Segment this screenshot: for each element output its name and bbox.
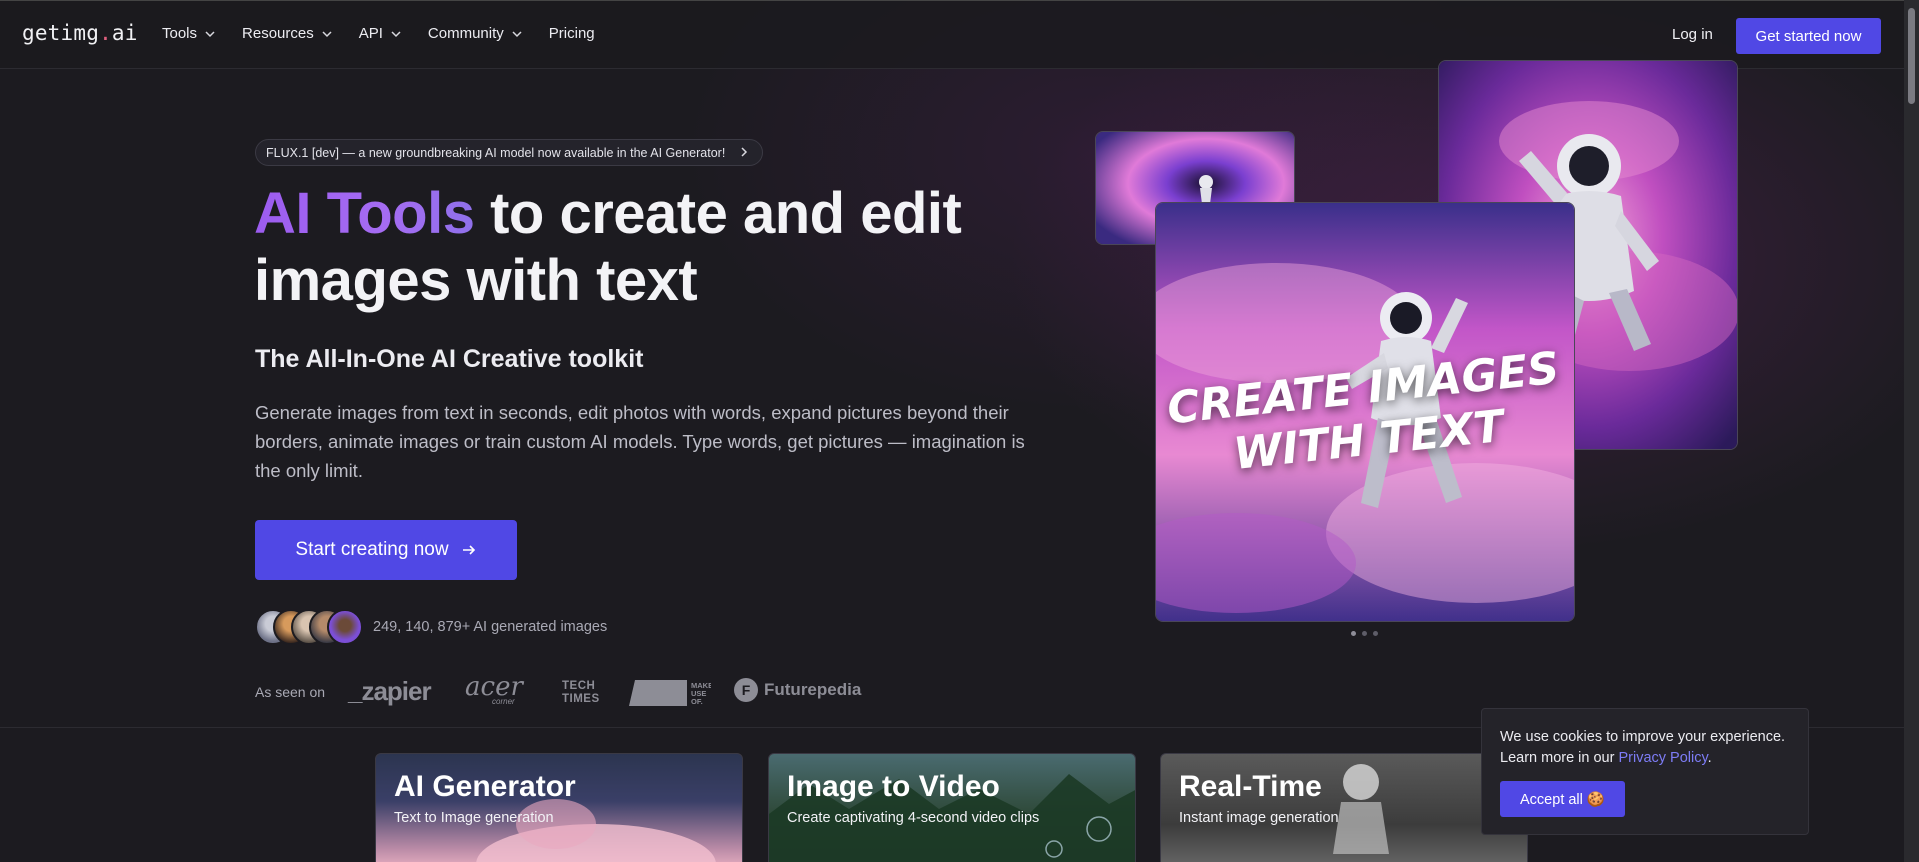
generated-count: 249, 140, 879+ AI generated images: [373, 619, 608, 635]
nav-tools[interactable]: Tools: [162, 25, 216, 42]
logo-text-prefix: getimg: [22, 21, 100, 45]
hero-title: AI Tools to create and edit images with …: [254, 180, 1014, 314]
makeuseof-line3: OF.: [691, 697, 703, 706]
nav-resources-label: Resources: [242, 25, 314, 42]
futurepedia-logo: F Futurepedia: [734, 678, 861, 702]
accept-cookies-button[interactable]: Accept all 🍪: [1500, 781, 1625, 817]
acer-logo-sub: corner: [492, 697, 515, 706]
main-nav: Tools Resources API Community Pricing: [162, 25, 621, 42]
hero-description: Generate images from text in seconds, ed…: [255, 402, 1025, 481]
carousel-dot[interactable]: [1362, 631, 1367, 636]
nav-resources[interactable]: Resources: [242, 25, 333, 42]
chevron-right-icon: [741, 147, 748, 157]
nav-api-label: API: [358, 25, 383, 42]
nav-tools-label: Tools: [162, 25, 198, 42]
chevron-down-icon: [391, 30, 401, 37]
futurepedia-label: Futurepedia: [764, 680, 862, 699]
privacy-policy-link[interactable]: Privacy Policy: [1618, 750, 1707, 766]
carousel-dot[interactable]: [1373, 631, 1378, 636]
announcement-text: FLUX.1 [dev] — a new groundbreaking AI m…: [266, 145, 726, 160]
nav-community[interactable]: Community: [428, 25, 523, 42]
logo[interactable]: getimg.ai: [22, 21, 138, 45]
carousel-dots: [1351, 631, 1378, 636]
futurepedia-icon: F: [734, 678, 758, 702]
get-started-button[interactable]: Get started now: [1736, 18, 1881, 54]
arrow-right-icon: [462, 545, 475, 555]
site-header: getimg.ai Tools Resources API Community …: [0, 0, 1904, 69]
start-creating-button[interactable]: Start creating now: [255, 520, 517, 580]
seen-on-label: As seen on: [255, 684, 326, 700]
avatar: [327, 609, 363, 645]
chevron-down-icon: [205, 30, 215, 37]
makeuseof-logo: MAKE USE OF.: [629, 680, 711, 706]
cookie-text: We use cookies to improve your experienc…: [1500, 727, 1800, 769]
cookie-banner: We use cookies to improve your experienc…: [1481, 708, 1809, 835]
nav-api[interactable]: API: [359, 25, 402, 42]
logo-text-suffix: ai: [111, 21, 138, 45]
hero-subtitle: The All-In-One AI Creative toolkit: [255, 345, 644, 373]
scrollbar-thumb[interactable]: [1908, 8, 1915, 104]
tool-card-ai-generator[interactable]: AI Generator Text to Image generation: [375, 753, 743, 862]
tool-title: Image to Video: [787, 770, 1000, 803]
carousel-dot[interactable]: [1351, 631, 1356, 636]
page-scrollbar[interactable]: [1904, 0, 1919, 862]
tool-subtitle: Text to Image generation: [394, 810, 554, 826]
start-creating-label: Start creating now: [295, 539, 449, 560]
tool-title: Real-Time: [1179, 770, 1322, 803]
nav-pricing[interactable]: Pricing: [549, 25, 595, 42]
zapier-logo: _zapier: [348, 676, 432, 706]
tool-subtitle: Create captivating 4-second video clips: [787, 810, 1040, 826]
nav-community-label: Community: [427, 25, 504, 42]
techtimes-line1: TECH: [562, 680, 596, 692]
tool-card-real-time[interactable]: Real-Time Instant image generation: [1160, 753, 1528, 862]
tool-title: AI Generator: [394, 770, 576, 803]
tool-card-image-to-video[interactable]: Image to Video Create captivating 4-seco…: [768, 753, 1136, 862]
nav-pricing-label: Pricing: [548, 25, 595, 42]
cookie-text-after: .: [1707, 750, 1712, 766]
tool-subtitle: Instant image generation: [1179, 810, 1339, 826]
user-avatars: [255, 609, 365, 647]
hero-main-image: CREATE IMAGES WITH TEXT: [1155, 202, 1575, 622]
chevron-down-icon: [322, 30, 332, 37]
announcement-pill[interactable]: FLUX.1 [dev] — a new groundbreaking AI m…: [255, 139, 763, 166]
login-link[interactable]: Log in: [1672, 26, 1713, 43]
hero-title-highlight: AI Tools: [254, 181, 475, 246]
techtimes-line2: TIMES: [562, 693, 600, 705]
chevron-down-icon: [512, 30, 522, 37]
logo-dot: .: [99, 21, 112, 45]
techtimes-logo: TECH TIMES: [562, 680, 600, 706]
